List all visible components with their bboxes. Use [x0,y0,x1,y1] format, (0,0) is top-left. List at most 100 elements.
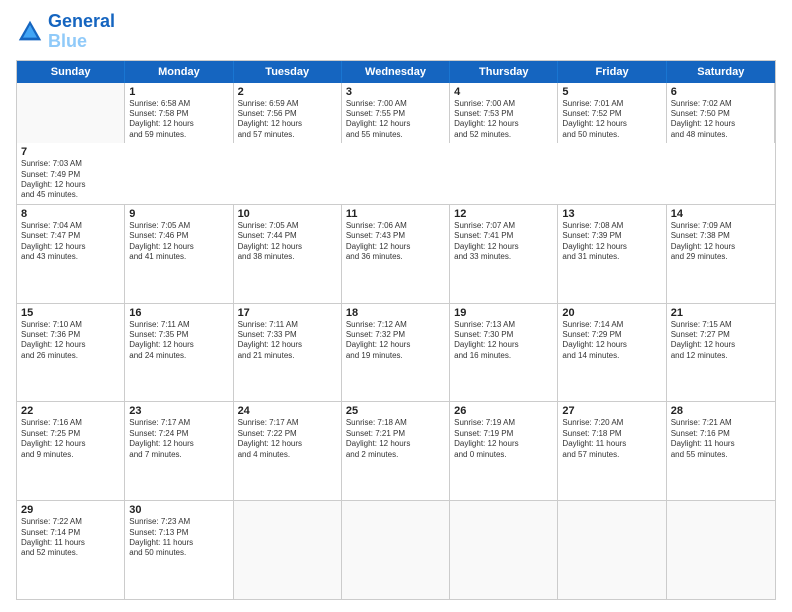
calendar-body: 1Sunrise: 6:58 AM Sunset: 7:58 PM Daylig… [17,83,775,599]
cal-cell: 18Sunrise: 7:12 AM Sunset: 7:32 PM Dayli… [342,304,450,402]
day-number: 25 [346,405,445,417]
logo: GeneralBlue [16,12,115,52]
cal-cell: 3Sunrise: 7:00 AM Sunset: 7:55 PM Daylig… [342,83,450,144]
calendar-row-2: 15Sunrise: 7:10 AM Sunset: 7:36 PM Dayli… [17,304,775,403]
cell-info: Sunrise: 7:00 AM Sunset: 7:53 PM Dayligh… [454,99,553,141]
cal-cell: 17Sunrise: 7:11 AM Sunset: 7:33 PM Dayli… [234,304,342,402]
cell-info: Sunrise: 7:15 AM Sunset: 7:27 PM Dayligh… [671,320,771,362]
day-number: 26 [454,405,553,417]
logo-text: GeneralBlue [48,12,115,52]
header: GeneralBlue [16,12,776,52]
cell-info: Sunrise: 7:23 AM Sunset: 7:13 PM Dayligh… [129,517,228,559]
day-number: 23 [129,405,228,417]
cal-cell: 24Sunrise: 7:17 AM Sunset: 7:22 PM Dayli… [234,402,342,500]
cell-info: Sunrise: 6:58 AM Sunset: 7:58 PM Dayligh… [129,99,228,141]
cal-cell: 11Sunrise: 7:06 AM Sunset: 7:43 PM Dayli… [342,205,450,303]
cal-cell: 12Sunrise: 7:07 AM Sunset: 7:41 PM Dayli… [450,205,558,303]
cell-info: Sunrise: 7:03 AM Sunset: 7:49 PM Dayligh… [21,159,121,201]
cell-info: Sunrise: 7:19 AM Sunset: 7:19 PM Dayligh… [454,418,553,460]
day-number: 24 [238,405,337,417]
calendar-row-0: 1Sunrise: 6:58 AM Sunset: 7:58 PM Daylig… [17,83,775,205]
day-number: 3 [346,86,445,98]
day-number: 2 [238,86,337,98]
cell-info: Sunrise: 7:05 AM Sunset: 7:46 PM Dayligh… [129,221,228,263]
cal-cell [558,501,666,599]
day-number: 28 [671,405,771,417]
day-number: 17 [238,307,337,319]
logo-icon [16,18,44,46]
cal-cell: 4Sunrise: 7:00 AM Sunset: 7:53 PM Daylig… [450,83,558,144]
cal-cell: 23Sunrise: 7:17 AM Sunset: 7:24 PM Dayli… [125,402,233,500]
cell-info: Sunrise: 7:00 AM Sunset: 7:55 PM Dayligh… [346,99,445,141]
cell-info: Sunrise: 7:11 AM Sunset: 7:35 PM Dayligh… [129,320,228,362]
day-number: 22 [21,405,120,417]
calendar-row-4: 29Sunrise: 7:22 AM Sunset: 7:14 PM Dayli… [17,501,775,599]
day-number: 18 [346,307,445,319]
cell-info: Sunrise: 7:12 AM Sunset: 7:32 PM Dayligh… [346,320,445,362]
day-number: 19 [454,307,553,319]
cal-cell: 30Sunrise: 7:23 AM Sunset: 7:13 PM Dayli… [125,501,233,599]
cal-cell: 14Sunrise: 7:09 AM Sunset: 7:38 PM Dayli… [667,205,775,303]
cal-cell: 9Sunrise: 7:05 AM Sunset: 7:46 PM Daylig… [125,205,233,303]
cal-cell: 19Sunrise: 7:13 AM Sunset: 7:30 PM Dayli… [450,304,558,402]
page: GeneralBlue SundayMondayTuesdayWednesday… [0,0,792,612]
header-day-tuesday: Tuesday [234,61,342,83]
cal-cell: 28Sunrise: 7:21 AM Sunset: 7:16 PM Dayli… [667,402,775,500]
cal-cell: 8Sunrise: 7:04 AM Sunset: 7:47 PM Daylig… [17,205,125,303]
cal-cell: 13Sunrise: 7:08 AM Sunset: 7:39 PM Dayli… [558,205,666,303]
cell-info: Sunrise: 7:10 AM Sunset: 7:36 PM Dayligh… [21,320,120,362]
header-day-saturday: Saturday [667,61,775,83]
cell-info: Sunrise: 7:02 AM Sunset: 7:50 PM Dayligh… [671,99,770,141]
calendar-row-3: 22Sunrise: 7:16 AM Sunset: 7:25 PM Dayli… [17,402,775,501]
cell-info: Sunrise: 7:20 AM Sunset: 7:18 PM Dayligh… [562,418,661,460]
day-number: 16 [129,307,228,319]
calendar: SundayMondayTuesdayWednesdayThursdayFrid… [16,60,776,600]
cal-cell: 21Sunrise: 7:15 AM Sunset: 7:27 PM Dayli… [667,304,775,402]
cal-cell: 5Sunrise: 7:01 AM Sunset: 7:52 PM Daylig… [558,83,666,144]
cell-info: Sunrise: 7:17 AM Sunset: 7:24 PM Dayligh… [129,418,228,460]
cell-info: Sunrise: 7:09 AM Sunset: 7:38 PM Dayligh… [671,221,771,263]
cell-info: Sunrise: 7:13 AM Sunset: 7:30 PM Dayligh… [454,320,553,362]
cal-cell: 7Sunrise: 7:03 AM Sunset: 7:49 PM Daylig… [17,143,125,204]
day-number: 30 [129,504,228,516]
header-day-sunday: Sunday [17,61,125,83]
cell-info: Sunrise: 7:04 AM Sunset: 7:47 PM Dayligh… [21,221,120,263]
day-number: 8 [21,208,120,220]
cal-cell: 22Sunrise: 7:16 AM Sunset: 7:25 PM Dayli… [17,402,125,500]
day-number: 12 [454,208,553,220]
day-number: 29 [21,504,120,516]
cal-cell: 6Sunrise: 7:02 AM Sunset: 7:50 PM Daylig… [667,83,775,144]
day-number: 13 [562,208,661,220]
cal-cell [17,83,125,144]
day-number: 7 [21,146,121,158]
header-day-thursday: Thursday [450,61,558,83]
cal-cell: 2Sunrise: 6:59 AM Sunset: 7:56 PM Daylig… [234,83,342,144]
day-number: 15 [21,307,120,319]
day-number: 14 [671,208,771,220]
calendar-row-1: 8Sunrise: 7:04 AM Sunset: 7:47 PM Daylig… [17,205,775,304]
day-number: 9 [129,208,228,220]
cal-cell: 15Sunrise: 7:10 AM Sunset: 7:36 PM Dayli… [17,304,125,402]
cal-cell [234,501,342,599]
day-number: 10 [238,208,337,220]
cell-info: Sunrise: 7:05 AM Sunset: 7:44 PM Dayligh… [238,221,337,263]
cal-cell: 1Sunrise: 6:58 AM Sunset: 7:58 PM Daylig… [125,83,233,144]
cal-cell: 27Sunrise: 7:20 AM Sunset: 7:18 PM Dayli… [558,402,666,500]
cell-info: Sunrise: 7:08 AM Sunset: 7:39 PM Dayligh… [562,221,661,263]
cell-info: Sunrise: 7:18 AM Sunset: 7:21 PM Dayligh… [346,418,445,460]
day-number: 4 [454,86,553,98]
cal-cell: 26Sunrise: 7:19 AM Sunset: 7:19 PM Dayli… [450,402,558,500]
cal-cell [342,501,450,599]
day-number: 20 [562,307,661,319]
day-number: 5 [562,86,661,98]
header-day-friday: Friday [558,61,666,83]
cell-info: Sunrise: 7:21 AM Sunset: 7:16 PM Dayligh… [671,418,771,460]
cal-cell: 16Sunrise: 7:11 AM Sunset: 7:35 PM Dayli… [125,304,233,402]
cal-cell [667,501,775,599]
header-day-monday: Monday [125,61,233,83]
cell-info: Sunrise: 6:59 AM Sunset: 7:56 PM Dayligh… [238,99,337,141]
cell-info: Sunrise: 7:22 AM Sunset: 7:14 PM Dayligh… [21,517,120,559]
cal-cell: 25Sunrise: 7:18 AM Sunset: 7:21 PM Dayli… [342,402,450,500]
cal-cell [450,501,558,599]
cal-cell: 29Sunrise: 7:22 AM Sunset: 7:14 PM Dayli… [17,501,125,599]
